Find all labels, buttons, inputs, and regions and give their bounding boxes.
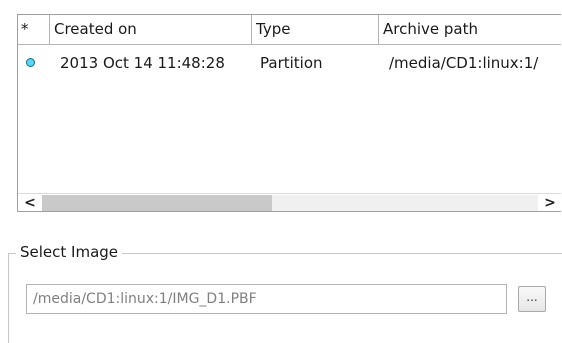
cell-created-on: 2013 Oct 14 11:48:28 bbox=[60, 54, 225, 72]
cell-archive-path: /media/CD1:linux:1/ bbox=[389, 54, 539, 72]
column-header-created-on[interactable]: Created on bbox=[50, 15, 252, 44]
table-header: * Created on Type Archive path bbox=[18, 15, 561, 45]
column-header-type[interactable]: Type bbox=[252, 15, 379, 44]
scroll-thumb[interactable] bbox=[42, 195, 272, 211]
table-row[interactable]: 2013 Oct 14 11:48:28 Partition /media/CD… bbox=[18, 51, 561, 75]
select-image-title: Select Image bbox=[16, 241, 123, 263]
horizontal-scrollbar[interactable]: < > bbox=[18, 193, 561, 211]
column-header-status[interactable]: * bbox=[18, 15, 50, 44]
browse-button[interactable]: ... bbox=[518, 286, 546, 312]
column-header-archive-path[interactable]: Archive path bbox=[379, 15, 561, 44]
image-path-field[interactable]: /media/CD1:linux:1/IMG_D1.PBF bbox=[26, 284, 507, 314]
scroll-left-icon[interactable]: < bbox=[18, 194, 42, 211]
status-cell bbox=[18, 51, 50, 75]
circle-status-icon bbox=[26, 58, 35, 67]
scroll-track[interactable] bbox=[42, 195, 538, 211]
scroll-right-icon[interactable]: > bbox=[538, 194, 561, 211]
archive-table: * Created on Type Archive path 2013 Oct … bbox=[17, 14, 561, 212]
cell-type: Partition bbox=[260, 54, 323, 72]
